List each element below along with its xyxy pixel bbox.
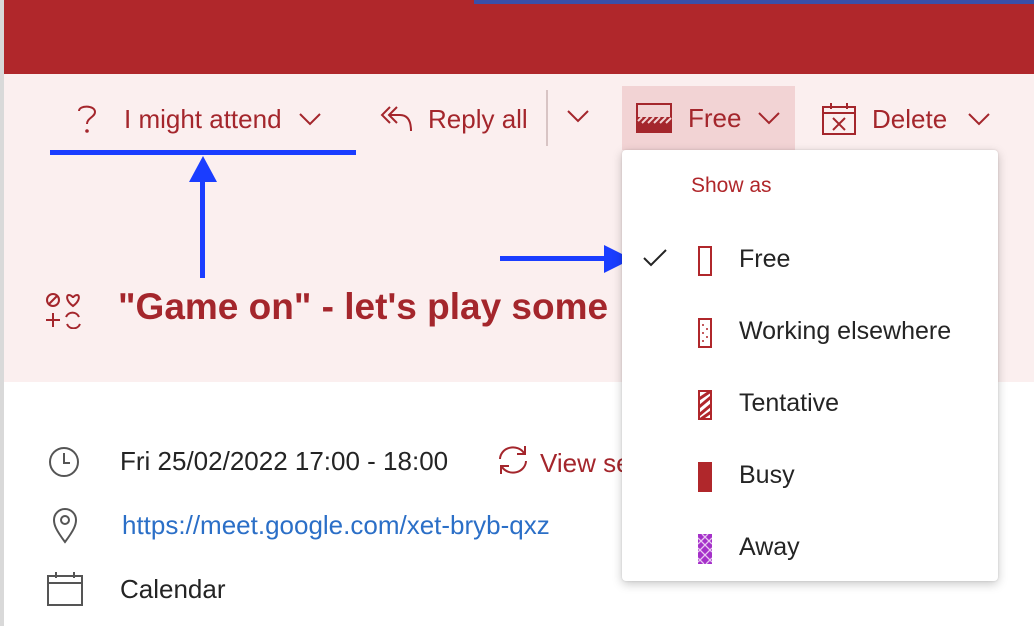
annotation-arrow-up-icon: [189, 156, 217, 182]
away-status-icon: [698, 534, 712, 564]
clock-icon: [49, 447, 79, 477]
free-status-icon: [698, 246, 712, 276]
working-elsewhere-status-icon: [698, 318, 712, 348]
chevron-down-icon: [566, 109, 590, 128]
view-series-link[interactable]: View se: [496, 444, 631, 483]
show-as-label: Free: [688, 102, 742, 133]
delete-label: Delete: [872, 103, 948, 134]
event-title: "Game on" - let's play some: [118, 286, 609, 327]
meeting-link[interactable]: https://meet.google.com/xet-bryb-qxz: [122, 510, 550, 541]
event-time: Fri 25/02/2022 17:00 - 18:00: [120, 446, 449, 476]
reply-all-label: Reply all: [428, 103, 528, 134]
menu-item-label: Tentative: [739, 389, 840, 417]
checkmark-icon: [643, 249, 667, 267]
calendar-delete-icon: [822, 103, 856, 135]
reply-all-button[interactable]: Reply all: [380, 88, 528, 150]
toolbar-separator: [546, 90, 548, 146]
recurrence-icon: [496, 444, 530, 483]
menu-item-away[interactable]: Away: [622, 516, 998, 580]
chevron-down-icon: [757, 111, 781, 125]
menu-item-tentative[interactable]: Tentative: [622, 372, 998, 436]
delete-button[interactable]: Delete: [822, 88, 991, 150]
menu-item-label: Away: [739, 533, 800, 561]
reply-all-icon: [380, 104, 414, 134]
menu-item-label: Working elsewhere: [739, 317, 952, 345]
question-mark-icon: [74, 102, 100, 136]
menu-heading: Show as: [691, 174, 772, 197]
show-as-button[interactable]: Free: [622, 86, 795, 150]
location-pin-icon: [52, 508, 78, 544]
reply-options-button[interactable]: [562, 102, 594, 134]
tentative-status-icon: [698, 390, 712, 420]
event-category-icon: [46, 293, 81, 329]
menu-item-label: Busy: [739, 461, 795, 489]
app-top-bar: [0, 0, 1034, 74]
calendar-name: Calendar: [120, 574, 226, 604]
busy-status-icon: [698, 462, 712, 492]
free-busy-status-icon: [636, 103, 672, 133]
window-top-strip: [474, 0, 1034, 4]
calendar-icon: [47, 572, 83, 606]
menu-item-busy[interactable]: Busy: [622, 444, 998, 508]
chevron-down-icon: [967, 112, 991, 126]
annotation-arrow-shaft: [200, 178, 205, 278]
menu-item-working-elsewhere[interactable]: Working elsewhere: [622, 300, 998, 364]
view-series-label: View se: [540, 448, 631, 478]
rsvp-label: I might attend: [124, 103, 282, 134]
menu-item-free[interactable]: Free: [622, 228, 998, 292]
chevron-down-icon: [298, 112, 322, 126]
show-as-menu: Show as Free Working elsewhere Tentative…: [622, 150, 998, 581]
rsvp-button[interactable]: I might attend: [74, 88, 322, 150]
annotation-arrow-shaft-horizontal: [500, 256, 610, 261]
annotation-underline: [50, 150, 356, 155]
menu-item-label: Free: [739, 245, 791, 273]
